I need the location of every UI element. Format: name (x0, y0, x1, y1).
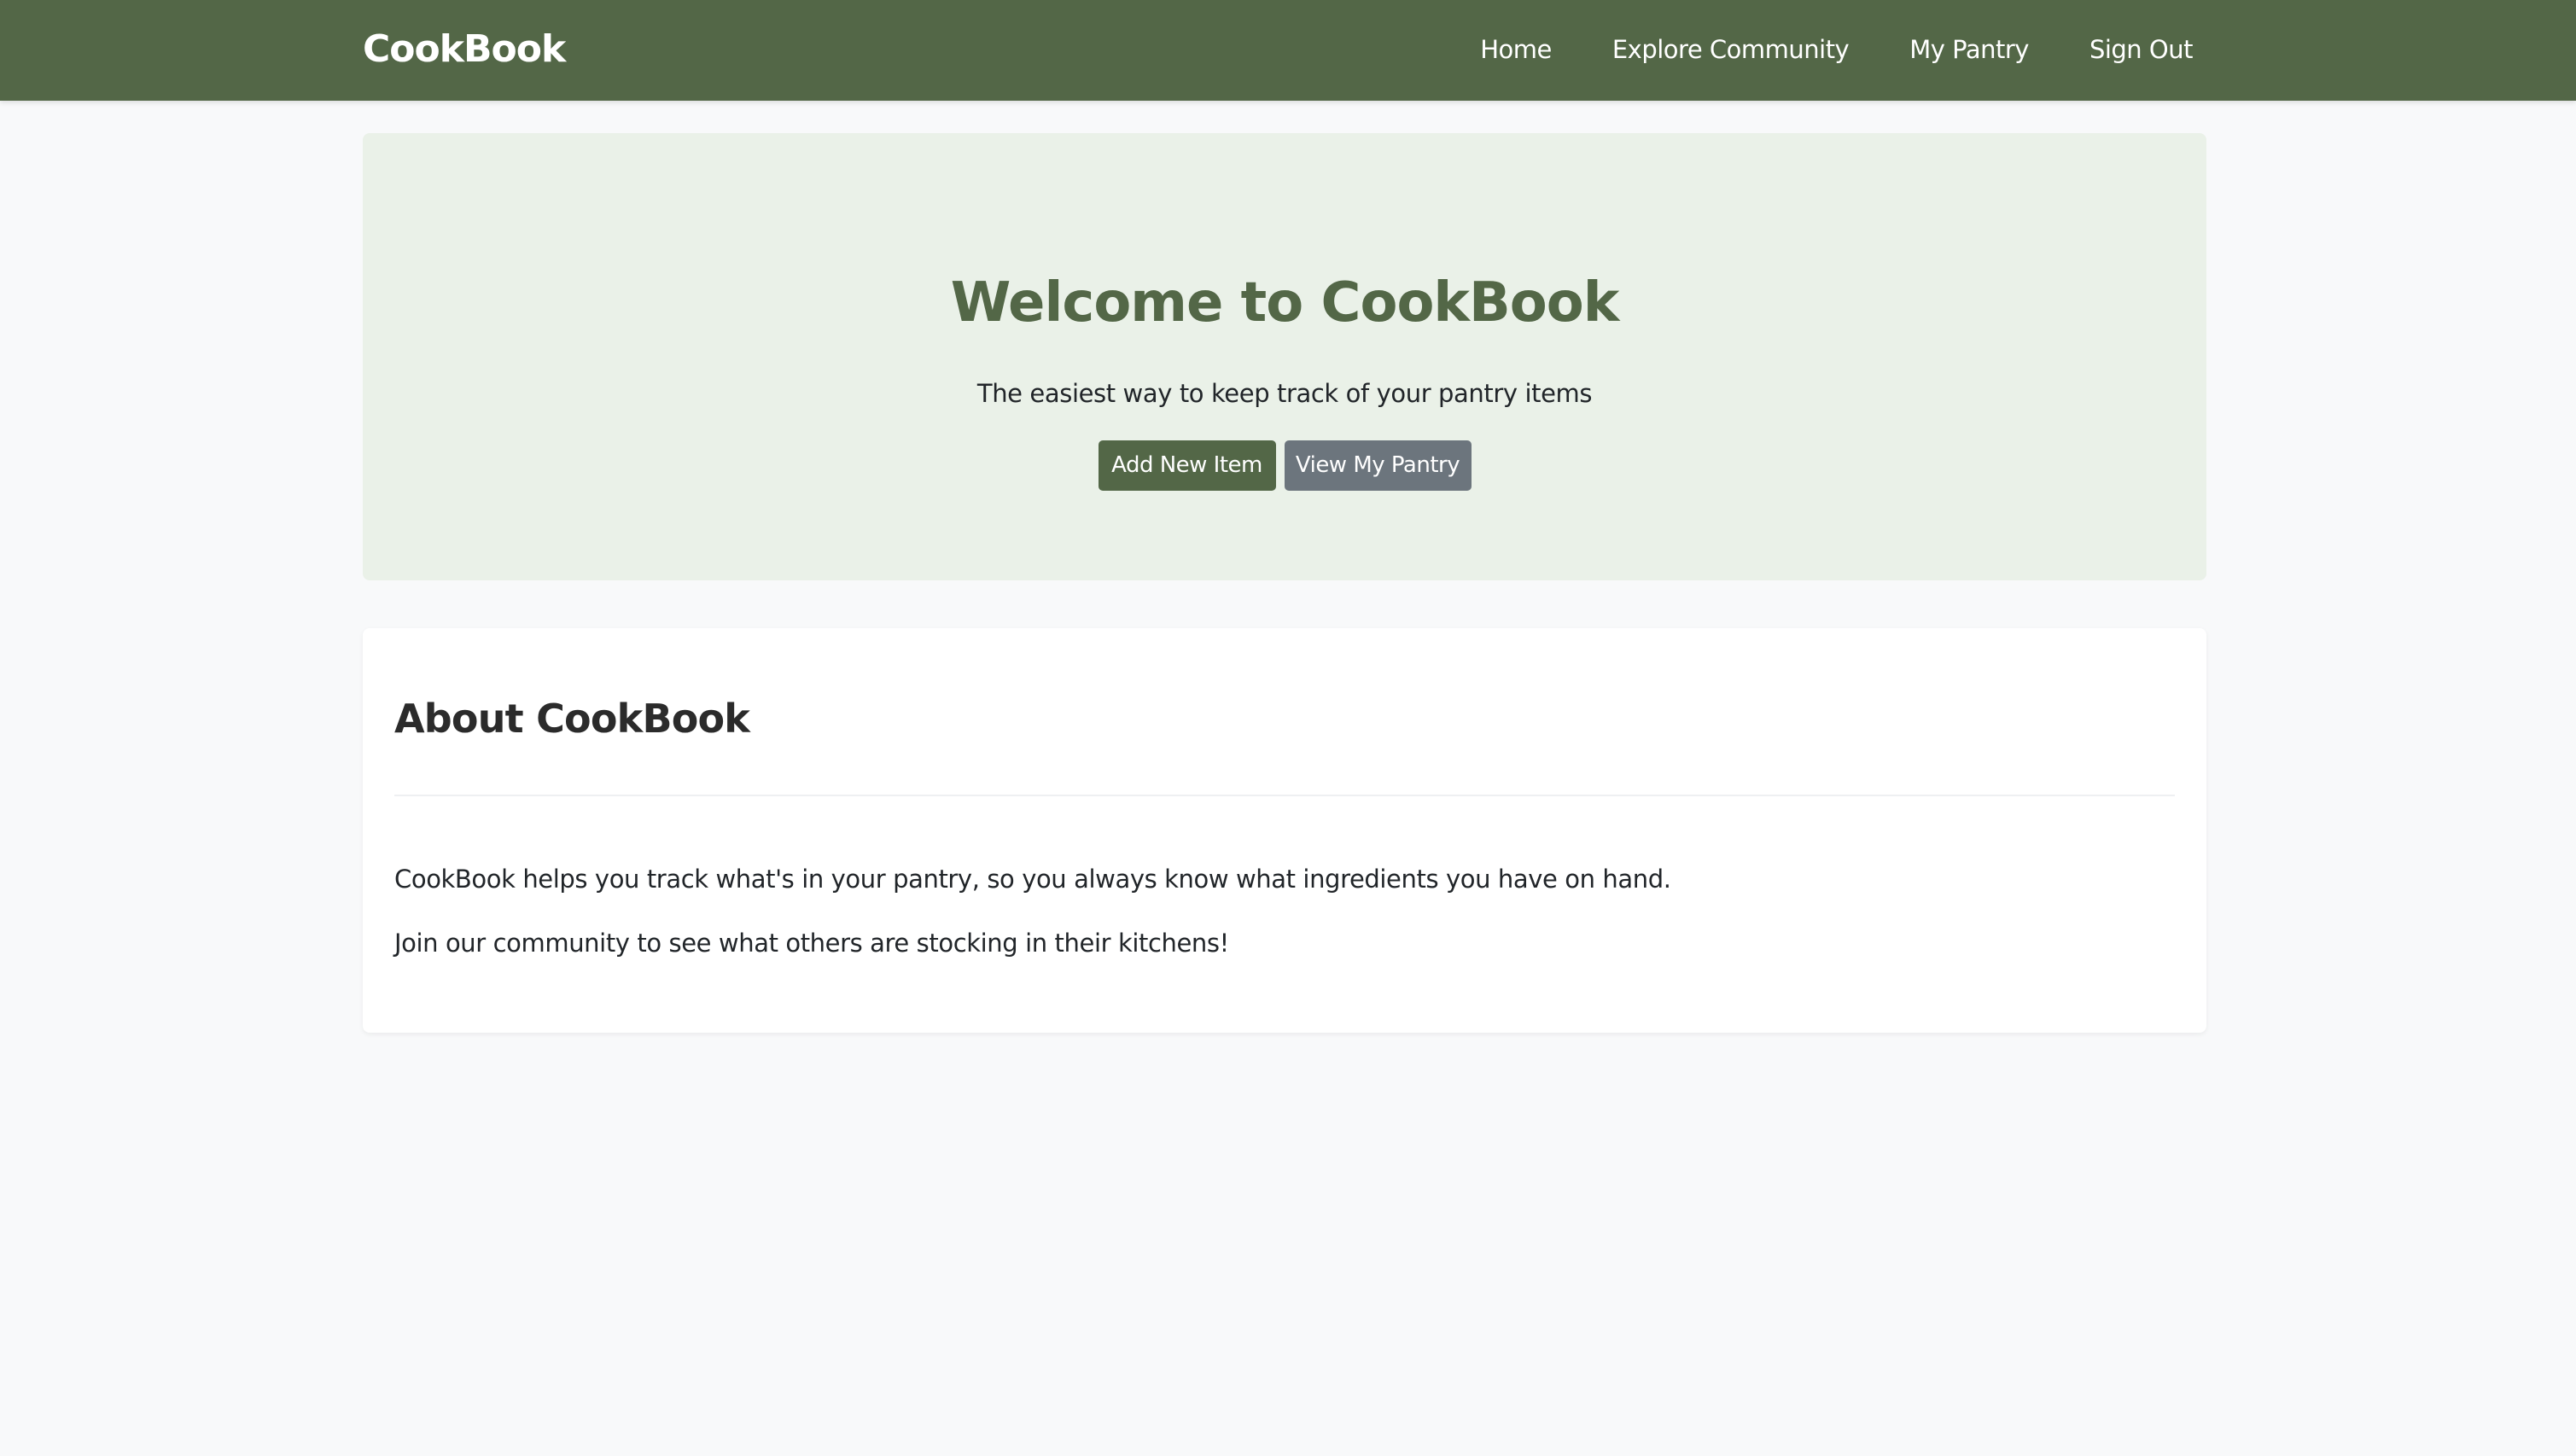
hero-banner: Welcome to CookBook The easiest way to k… (363, 133, 2206, 580)
nav-link-sign-out[interactable]: Sign Out (2089, 32, 2194, 67)
about-title: About CookBook (394, 696, 750, 742)
nav-link-my-pantry[interactable]: My Pantry (1909, 32, 2029, 67)
hero-title: Welcome to CookBook (950, 271, 1620, 335)
about-paragraph: Join our community to see what others ar… (394, 929, 1229, 958)
about-paragraph: CookBook helps you track what's in your … (394, 865, 1671, 894)
brand-logo[interactable]: CookBook (363, 25, 566, 74)
hero-buttons: Add New Item View My Pantry (363, 440, 2206, 491)
top-navbar: CookBook Home Explore Community My Pantr… (0, 0, 2576, 101)
nav-link-explore-community[interactable]: Explore Community (1612, 32, 1850, 67)
hero-subtitle: The easiest way to keep track of your pa… (976, 379, 1593, 408)
nav-links: Home Explore Community My Pantry Sign Ou… (1480, 32, 2193, 67)
view-my-pantry-button[interactable]: View My Pantry (1284, 440, 1472, 491)
add-new-item-button[interactable]: Add New Item (1098, 440, 1276, 491)
nav-link-home[interactable]: Home (1480, 32, 1552, 67)
about-divider (394, 795, 2175, 796)
about-card: About CookBook CookBook helps you track … (363, 628, 2206, 1033)
